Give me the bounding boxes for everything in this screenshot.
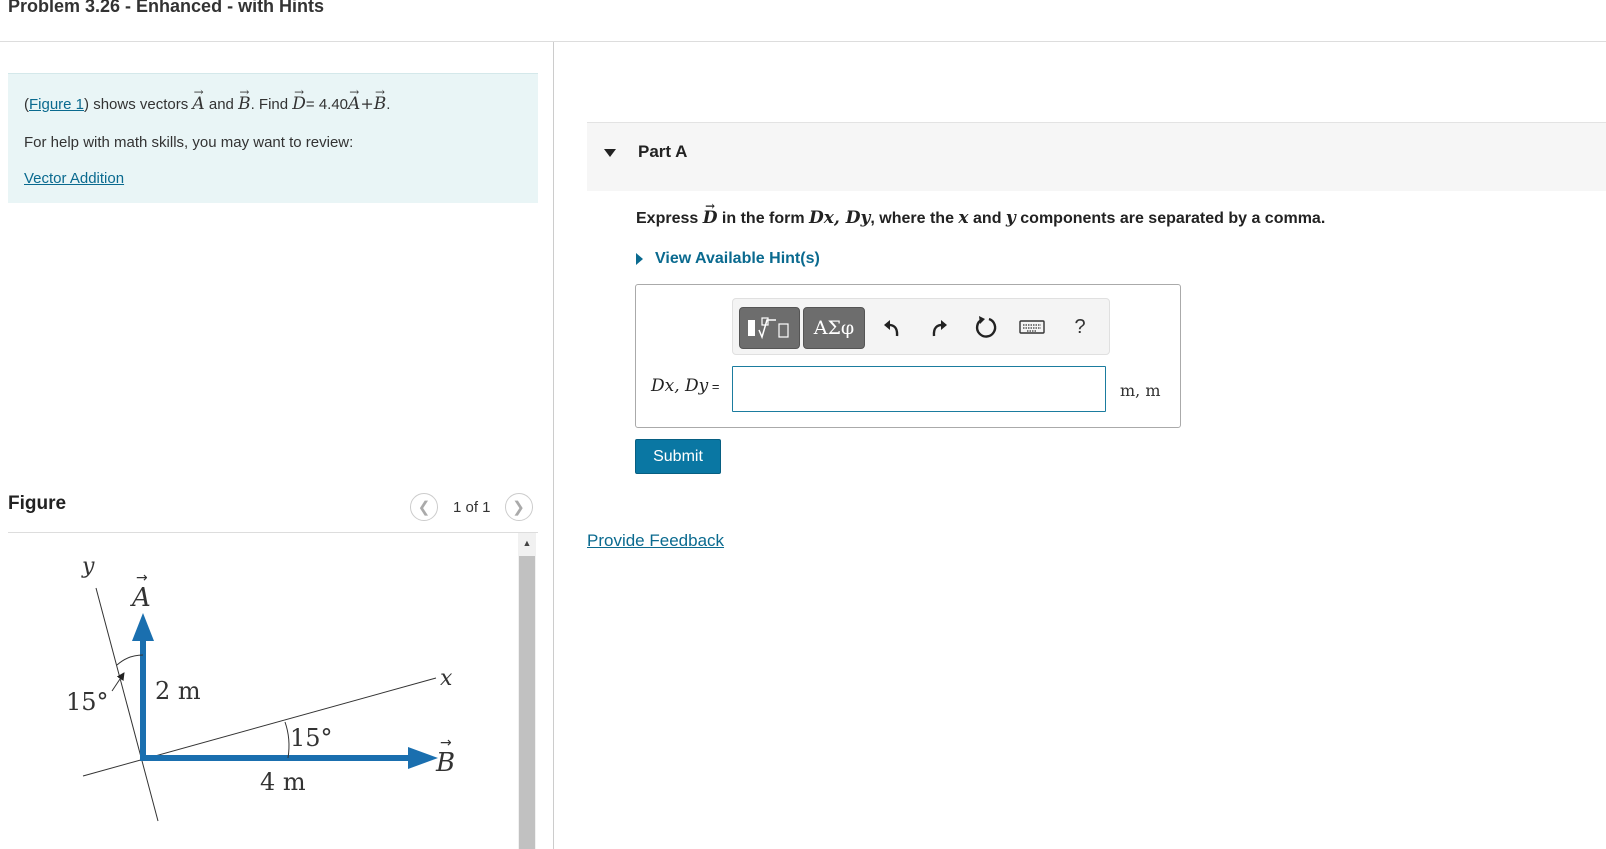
templates-button[interactable] [739, 307, 800, 349]
figure-link[interactable]: Figure 1 [29, 96, 84, 113]
vector-b-arrow-glyph: → [440, 735, 452, 751]
problem-intro: (Figure 1) shows vectors A and B. Find D… [8, 73, 538, 203]
tilted-x-axis [82, 677, 437, 777]
plus-sign: + [360, 94, 374, 113]
part-a-label: Part A [638, 142, 688, 161]
answer-label-text: Dx, Dy [651, 376, 709, 396]
figure-heading: Figure [8, 493, 67, 514]
header-divider [0, 41, 1606, 42]
angle-right-label: 15° [290, 724, 333, 752]
instruction-text-5: components are separated by a comma. [1020, 210, 1326, 227]
templates-icon [747, 317, 789, 340]
scroll-thumb[interactable] [519, 556, 535, 849]
statement-find: . Find [250, 96, 289, 113]
answer-equals: = [708, 379, 720, 394]
instruction-vector-d: D [703, 199, 718, 228]
undo-button[interactable] [880, 314, 906, 340]
figure-count: 1 of 1 [453, 498, 491, 516]
instruction-var-y: y [1005, 208, 1016, 228]
answer-box: ΑΣφ ? Dx, Dy = m, m [635, 284, 1181, 428]
column-divider [553, 42, 554, 849]
instruction-text-2: in the form [721, 210, 805, 227]
help-button[interactable]: ? [1067, 314, 1093, 340]
undo-icon [884, 320, 899, 337]
equation-coef: = 4.40 [305, 96, 349, 113]
chevron-left-icon: ❮ [417, 499, 431, 516]
prev-figure-button[interactable]: ❮ [410, 493, 438, 521]
vector-a-arrow-glyph: → [136, 570, 148, 586]
answer-input[interactable] [732, 366, 1106, 412]
problem-statement: (Figure 1) shows vectors A and B. Find D… [24, 85, 391, 114]
figure-scrollbar[interactable]: ▲ [518, 533, 536, 849]
answer-label: Dx, Dy = [651, 376, 719, 396]
angle-arc-a [116, 654, 144, 666]
part-a-header[interactable]: Part A [587, 122, 1606, 191]
y-axis-label: y [81, 554, 95, 579]
redo-button[interactable] [925, 314, 951, 340]
angle-left-label: 15° [66, 688, 109, 716]
review-line: Vector Addition [24, 170, 124, 187]
vector-a-arrowhead [132, 613, 154, 641]
vector-a-symbol-2: A [348, 85, 361, 114]
greek-symbols-button[interactable]: ΑΣφ [803, 307, 865, 349]
vector-d-symbol: D [292, 85, 306, 114]
statement-text: shows vectors [93, 96, 189, 113]
instruction-text-4: and [973, 210, 1002, 227]
answer-units: m, m [1120, 381, 1161, 400]
scroll-up-arrow[interactable]: ▲ [518, 533, 536, 553]
x-axis-label: x [440, 666, 453, 691]
reset-icon [975, 316, 997, 338]
view-hints-toggle[interactable]: View Available Hint(s) [636, 250, 820, 268]
vector-b-symbol-2: B [374, 85, 387, 114]
next-figure-button[interactable]: ❯ [504, 493, 533, 521]
chevron-right-icon: ❯ [512, 499, 525, 516]
vector-a-length: 2 m [155, 677, 201, 705]
view-hints-label: View Available Hint(s) [655, 250, 820, 267]
page-title: Problem 3.26 - Enhanced - with Hints [8, 0, 325, 16]
redo-icon [932, 320, 947, 337]
reset-button[interactable] [973, 314, 999, 340]
vector-b-length: 4 m [260, 768, 306, 796]
vector-diagram: y x A → B → 15° 15° 2 m 4 m [66, 554, 455, 822]
angle-arc-b [284, 721, 290, 759]
figure-pager: ❮ 1 of 1 ❯ [410, 493, 533, 521]
keyboard-button[interactable] [1019, 314, 1045, 340]
vector-a-label: A [130, 583, 151, 613]
vector-b-label: B [435, 748, 455, 778]
figure-area: y x A → B → 15° 15° 2 m 4 m [8, 533, 516, 849]
instruction-text-3: , where the [870, 210, 954, 227]
statement-and: and [208, 96, 234, 113]
instruction-var-x: x [958, 208, 969, 228]
expand-caret-icon [636, 253, 643, 265]
provide-feedback-link[interactable]: Provide Feedback [587, 531, 724, 551]
vector-b-symbol: B [238, 85, 251, 114]
instruction-text-1: Express [636, 210, 699, 227]
statement-period: . [386, 96, 391, 113]
part-a-instruction: Express D in the form Dx, Dy, where the … [636, 199, 1326, 228]
vector-b-arrowhead [408, 747, 438, 769]
keyboard-icon [1019, 320, 1045, 334]
math-toolbar: ΑΣφ ? [732, 298, 1110, 355]
vector-a-symbol: A [192, 85, 205, 114]
help-text: For help with math skills, you may want … [24, 134, 354, 151]
instruction-form: Dx, Dy [809, 208, 871, 228]
page: Problem 3.26 - Enhanced - with Hints (Fi… [0, 0, 1606, 849]
collapse-caret-icon [604, 149, 616, 157]
submit-button[interactable]: Submit [635, 439, 721, 474]
vector-addition-link[interactable]: Vector Addition [24, 170, 124, 187]
